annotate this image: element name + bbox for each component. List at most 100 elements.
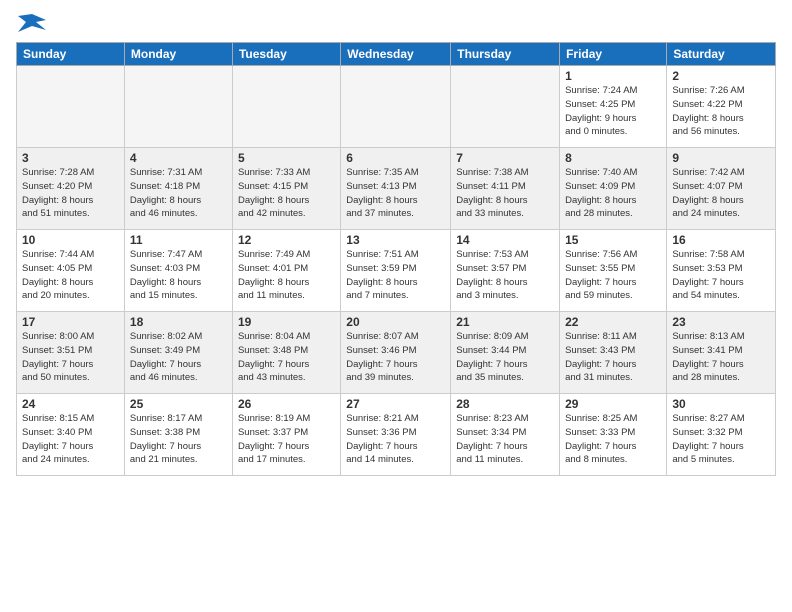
page: SundayMondayTuesdayWednesdayThursdayFrid… — [0, 0, 792, 612]
calendar-day: 23Sunrise: 8:13 AM Sunset: 3:41 PM Dayli… — [667, 312, 776, 394]
calendar-week-row: 17Sunrise: 8:00 AM Sunset: 3:51 PM Dayli… — [17, 312, 776, 394]
day-info: Sunrise: 7:51 AM Sunset: 3:59 PM Dayligh… — [346, 248, 445, 303]
day-number: 5 — [238, 151, 335, 165]
day-info: Sunrise: 8:23 AM Sunset: 3:34 PM Dayligh… — [456, 412, 554, 467]
day-info: Sunrise: 8:15 AM Sunset: 3:40 PM Dayligh… — [22, 412, 119, 467]
calendar-day: 30Sunrise: 8:27 AM Sunset: 3:32 PM Dayli… — [667, 394, 776, 476]
day-info: Sunrise: 8:13 AM Sunset: 3:41 PM Dayligh… — [672, 330, 770, 385]
calendar-header-friday: Friday — [560, 43, 667, 66]
day-number: 18 — [130, 315, 227, 329]
day-info: Sunrise: 7:24 AM Sunset: 4:25 PM Dayligh… — [565, 84, 661, 139]
calendar-day: 13Sunrise: 7:51 AM Sunset: 3:59 PM Dayli… — [341, 230, 451, 312]
day-number: 22 — [565, 315, 661, 329]
calendar-day: 21Sunrise: 8:09 AM Sunset: 3:44 PM Dayli… — [451, 312, 560, 394]
day-info: Sunrise: 8:11 AM Sunset: 3:43 PM Dayligh… — [565, 330, 661, 385]
calendar-day: 3Sunrise: 7:28 AM Sunset: 4:20 PM Daylig… — [17, 148, 125, 230]
day-number: 26 — [238, 397, 335, 411]
day-info: Sunrise: 8:07 AM Sunset: 3:46 PM Dayligh… — [346, 330, 445, 385]
day-number: 30 — [672, 397, 770, 411]
day-info: Sunrise: 7:35 AM Sunset: 4:13 PM Dayligh… — [346, 166, 445, 221]
calendar-day — [232, 66, 340, 148]
calendar: SundayMondayTuesdayWednesdayThursdayFrid… — [16, 42, 776, 476]
calendar-day: 27Sunrise: 8:21 AM Sunset: 3:36 PM Dayli… — [341, 394, 451, 476]
day-info: Sunrise: 8:25 AM Sunset: 3:33 PM Dayligh… — [565, 412, 661, 467]
logo-bird-icon — [18, 12, 46, 34]
day-number: 28 — [456, 397, 554, 411]
calendar-day: 19Sunrise: 8:04 AM Sunset: 3:48 PM Dayli… — [232, 312, 340, 394]
day-info: Sunrise: 7:53 AM Sunset: 3:57 PM Dayligh… — [456, 248, 554, 303]
day-number: 25 — [130, 397, 227, 411]
calendar-header-sunday: Sunday — [17, 43, 125, 66]
day-number: 23 — [672, 315, 770, 329]
day-number: 16 — [672, 233, 770, 247]
calendar-day: 12Sunrise: 7:49 AM Sunset: 4:01 PM Dayli… — [232, 230, 340, 312]
calendar-day: 26Sunrise: 8:19 AM Sunset: 3:37 PM Dayli… — [232, 394, 340, 476]
day-info: Sunrise: 8:00 AM Sunset: 3:51 PM Dayligh… — [22, 330, 119, 385]
calendar-header-monday: Monday — [124, 43, 232, 66]
calendar-day: 22Sunrise: 8:11 AM Sunset: 3:43 PM Dayli… — [560, 312, 667, 394]
calendar-header-saturday: Saturday — [667, 43, 776, 66]
day-number: 20 — [346, 315, 445, 329]
calendar-day: 15Sunrise: 7:56 AM Sunset: 3:55 PM Dayli… — [560, 230, 667, 312]
calendar-week-row: 10Sunrise: 7:44 AM Sunset: 4:05 PM Dayli… — [17, 230, 776, 312]
day-info: Sunrise: 8:09 AM Sunset: 3:44 PM Dayligh… — [456, 330, 554, 385]
day-info: Sunrise: 7:58 AM Sunset: 3:53 PM Dayligh… — [672, 248, 770, 303]
calendar-day: 18Sunrise: 8:02 AM Sunset: 3:49 PM Dayli… — [124, 312, 232, 394]
calendar-day: 4Sunrise: 7:31 AM Sunset: 4:18 PM Daylig… — [124, 148, 232, 230]
day-info: Sunrise: 7:49 AM Sunset: 4:01 PM Dayligh… — [238, 248, 335, 303]
day-info: Sunrise: 8:27 AM Sunset: 3:32 PM Dayligh… — [672, 412, 770, 467]
day-info: Sunrise: 8:19 AM Sunset: 3:37 PM Dayligh… — [238, 412, 335, 467]
calendar-day: 11Sunrise: 7:47 AM Sunset: 4:03 PM Dayli… — [124, 230, 232, 312]
calendar-day: 16Sunrise: 7:58 AM Sunset: 3:53 PM Dayli… — [667, 230, 776, 312]
calendar-day: 10Sunrise: 7:44 AM Sunset: 4:05 PM Dayli… — [17, 230, 125, 312]
day-number: 17 — [22, 315, 119, 329]
day-info: Sunrise: 7:47 AM Sunset: 4:03 PM Dayligh… — [130, 248, 227, 303]
day-number: 1 — [565, 69, 661, 83]
calendar-header-row: SundayMondayTuesdayWednesdayThursdayFrid… — [17, 43, 776, 66]
calendar-day: 5Sunrise: 7:33 AM Sunset: 4:15 PM Daylig… — [232, 148, 340, 230]
day-info: Sunrise: 7:44 AM Sunset: 4:05 PM Dayligh… — [22, 248, 119, 303]
calendar-day — [451, 66, 560, 148]
day-info: Sunrise: 7:26 AM Sunset: 4:22 PM Dayligh… — [672, 84, 770, 139]
day-info: Sunrise: 8:17 AM Sunset: 3:38 PM Dayligh… — [130, 412, 227, 467]
calendar-day: 25Sunrise: 8:17 AM Sunset: 3:38 PM Dayli… — [124, 394, 232, 476]
calendar-header-thursday: Thursday — [451, 43, 560, 66]
calendar-day: 9Sunrise: 7:42 AM Sunset: 4:07 PM Daylig… — [667, 148, 776, 230]
day-number: 4 — [130, 151, 227, 165]
day-number: 3 — [22, 151, 119, 165]
day-info: Sunrise: 7:38 AM Sunset: 4:11 PM Dayligh… — [456, 166, 554, 221]
day-number: 6 — [346, 151, 445, 165]
calendar-week-row: 3Sunrise: 7:28 AM Sunset: 4:20 PM Daylig… — [17, 148, 776, 230]
day-info: Sunrise: 8:04 AM Sunset: 3:48 PM Dayligh… — [238, 330, 335, 385]
calendar-day: 7Sunrise: 7:38 AM Sunset: 4:11 PM Daylig… — [451, 148, 560, 230]
calendar-day: 14Sunrise: 7:53 AM Sunset: 3:57 PM Dayli… — [451, 230, 560, 312]
calendar-day: 29Sunrise: 8:25 AM Sunset: 3:33 PM Dayli… — [560, 394, 667, 476]
day-number: 2 — [672, 69, 770, 83]
header — [16, 12, 776, 34]
day-number: 13 — [346, 233, 445, 247]
day-info: Sunrise: 7:40 AM Sunset: 4:09 PM Dayligh… — [565, 166, 661, 221]
day-info: Sunrise: 7:56 AM Sunset: 3:55 PM Dayligh… — [565, 248, 661, 303]
day-number: 10 — [22, 233, 119, 247]
day-info: Sunrise: 7:28 AM Sunset: 4:20 PM Dayligh… — [22, 166, 119, 221]
calendar-header-tuesday: Tuesday — [232, 43, 340, 66]
day-info: Sunrise: 7:42 AM Sunset: 4:07 PM Dayligh… — [672, 166, 770, 221]
day-info: Sunrise: 8:02 AM Sunset: 3:49 PM Dayligh… — [130, 330, 227, 385]
day-number: 14 — [456, 233, 554, 247]
calendar-day: 20Sunrise: 8:07 AM Sunset: 3:46 PM Dayli… — [341, 312, 451, 394]
calendar-day — [17, 66, 125, 148]
day-number: 9 — [672, 151, 770, 165]
calendar-day: 1Sunrise: 7:24 AM Sunset: 4:25 PM Daylig… — [560, 66, 667, 148]
day-number: 27 — [346, 397, 445, 411]
calendar-week-row: 24Sunrise: 8:15 AM Sunset: 3:40 PM Dayli… — [17, 394, 776, 476]
day-number: 21 — [456, 315, 554, 329]
calendar-day: 6Sunrise: 7:35 AM Sunset: 4:13 PM Daylig… — [341, 148, 451, 230]
day-number: 11 — [130, 233, 227, 247]
day-number: 24 — [22, 397, 119, 411]
calendar-day — [124, 66, 232, 148]
calendar-header-wednesday: Wednesday — [341, 43, 451, 66]
day-number: 19 — [238, 315, 335, 329]
day-number: 12 — [238, 233, 335, 247]
calendar-day: 28Sunrise: 8:23 AM Sunset: 3:34 PM Dayli… — [451, 394, 560, 476]
calendar-week-row: 1Sunrise: 7:24 AM Sunset: 4:25 PM Daylig… — [17, 66, 776, 148]
